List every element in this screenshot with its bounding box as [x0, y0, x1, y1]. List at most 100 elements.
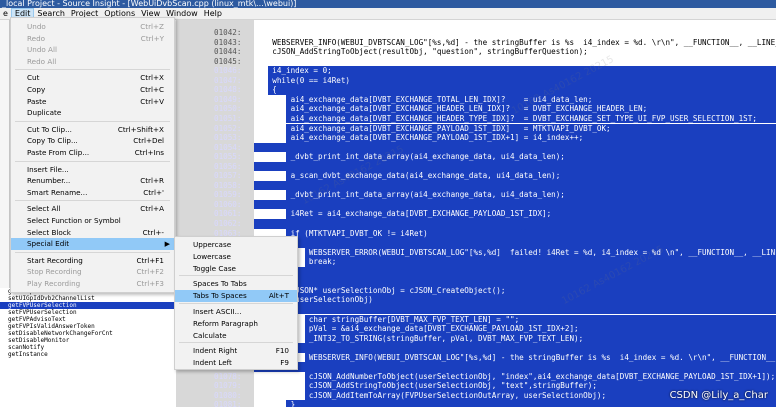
menu-item-paste-from-clip[interactable]: Paste From Clip... Ctrl+Ins [11, 147, 174, 159]
submenu-item-shortcut: F10 [275, 346, 289, 356]
menu-item-label: Start Recording [27, 255, 83, 265]
edit-menu: Undo Ctrl+Z Redo Ctrl+Y Undo All Redo All Cut C… [10, 17, 175, 293]
menu-item-shortcut: Ctrl+F2 [136, 267, 164, 277]
menu-item-label: Select All [27, 204, 61, 214]
menu-item-shortcut: Ctrl+- [142, 227, 164, 237]
submenu-item-label: Tabs To Spaces [193, 291, 247, 301]
submenu-item-label: Reform Paragraph [193, 318, 258, 328]
submenu-item-reform-paragraph[interactable]: Reform Paragraph [175, 318, 297, 330]
menu-item-shortcut: Ctrl+R [140, 176, 164, 186]
menu-item-cut-to-clip[interactable]: Cut To Clip... Ctrl+Shift+X [11, 124, 174, 136]
submenu-item-label: Indent Left [193, 358, 232, 368]
menu-item-special-edit[interactable]: Special Edit ▶ [11, 238, 174, 251]
menu-item-label: Stop Recording [27, 267, 82, 277]
menu-item-cut[interactable]: Cut Ctrl+X [11, 72, 174, 84]
menu-item-label: Copy To Clip... [27, 136, 78, 146]
menu-item-select-block[interactable]: Select Block Ctrl+- [11, 227, 174, 239]
menu-item-shortcut: Ctrl+F3 [136, 279, 164, 288]
menu-separator [15, 120, 170, 122]
menu-item-label: Undo [27, 22, 46, 31]
symbol-list-item[interactable]: setFVPUserSelection [0, 309, 176, 316]
menu-item-label: Paste From Clip... [27, 148, 90, 157]
menu-item-shortcut: Ctrl+Y [140, 33, 164, 43]
menu-item-shortcut: Ctrl+X [140, 73, 164, 83]
submenu-item-toggle-case[interactable]: Toggle Case [175, 263, 297, 275]
menu-item-redo[interactable]: Redo Ctrl+Y [11, 33, 174, 45]
menu-item-label: Play Recording [27, 279, 81, 288]
symbol-list-item[interactable]: getFVPUserSelection [0, 302, 176, 309]
menu-item-play-recording[interactable]: Play Recording Ctrl+F3 [11, 278, 174, 290]
gutter-marker: 换 [254, 371, 261, 380]
submenu-item-label: Indent Right [193, 346, 238, 356]
menu-item-undo[interactable]: Undo Ctrl+Z [11, 21, 174, 33]
submenu-item-uppercase[interactable]: Uppercase [175, 239, 297, 251]
menu-item-smart-rename[interactable]: Smart Rename... Ctrl+' [11, 187, 174, 199]
submenu-item-label: Lowercase [193, 251, 231, 261]
menu-item-label: Redo [27, 33, 46, 43]
submenu-item-tabs-to-spaces[interactable]: Tabs To Spaces Alt+T [175, 290, 297, 303]
menu-item-select-all[interactable]: Select All Ctrl+A [11, 203, 174, 215]
special-edit-submenu: Uppercase Lowercase Toggle Case Spaces To T… [174, 236, 298, 370]
menu-item-undo-all[interactable]: Undo All [11, 44, 174, 56]
symbol-list-item[interactable]: setDisableMonitor [0, 337, 176, 344]
menu-item-shortcut: Ctrl+A [140, 204, 164, 214]
menu-item-shortcut: Ctrl+C [140, 85, 164, 94]
symbol-list[interactable]: getUIGpIdDvb2ChannelListsetUIGpIdDvb2Cha… [0, 288, 176, 407]
submenu-item-label: Calculate [193, 330, 227, 340]
submenu-item-label: Spaces To Tabs [193, 279, 247, 289]
menu-item-shortcut: Ctrl+V [140, 96, 164, 106]
submenu-item-spaces-to-tabs[interactable]: Spaces To Tabs [175, 278, 297, 290]
menu-item-label: Redo All [27, 56, 57, 66]
menu-item-shortcut: Ctrl+F1 [136, 255, 164, 265]
submenu-item-label: Uppercase [193, 240, 232, 249]
symbol-list-item[interactable]: setUIGpIdDvb2ChannelList [0, 295, 176, 302]
submenu-item-indent-right[interactable]: Indent Right F10 [175, 345, 297, 357]
menu-separator [179, 303, 293, 304]
menu-item-label: Duplicate [27, 108, 62, 118]
menu-item-duplicate[interactable]: Duplicate [11, 107, 174, 119]
symbol-list-item[interactable]: scanNotify [0, 344, 176, 351]
menu-item-renumber[interactable]: Renumber... Ctrl+R [11, 175, 174, 187]
menu-item-stop-recording[interactable]: Stop Recording Ctrl+F2 [11, 266, 174, 278]
line-number: 01081: [214, 400, 242, 407]
submenu-item-label: Toggle Case [193, 263, 236, 273]
menu-item-redo-all[interactable]: Redo All [11, 56, 174, 68]
menu-item-label: Copy [27, 85, 46, 94]
submenu-item-shortcut: F9 [280, 358, 289, 368]
menu-item-label: Select Function or Symbol [27, 216, 121, 225]
menu-separator [15, 69, 170, 71]
menu-item-paste[interactable]: Paste Ctrl+V [11, 96, 174, 108]
symbol-list-item[interactable]: getFVPAdvisoText [0, 316, 176, 323]
submenu-item-insert-ascii[interactable]: Insert ASCII... [175, 306, 297, 318]
menu-item-insert-file[interactable]: Insert File... [11, 164, 174, 176]
menu-item-shortcut: Ctrl+Z [140, 22, 164, 31]
submenu-item-indent-left[interactable]: Indent Left F9 [175, 357, 297, 369]
csdn-credit: CSDN @Lily_a_Char [669, 390, 768, 401]
menu-item-shortcut: Ctrl+' [143, 187, 164, 197]
menu-item-copy-to-clip[interactable]: Copy To Clip... Ctrl+Del [11, 135, 174, 147]
menu-item-start-recording[interactable]: Start Recording Ctrl+F1 [11, 255, 174, 267]
submenu-item-lowercase[interactable]: Lowercase [175, 251, 297, 263]
menu-separator [15, 160, 170, 162]
symbol-list-item[interactable]: setDisableNetworkChangeForCnt [0, 330, 176, 337]
chevron-right-icon: ▶ [164, 240, 170, 249]
menu-item-select-function-or-symbol[interactable]: Select Function or Symbol [11, 215, 174, 227]
menu-item-label: Smart Rename... [27, 187, 88, 197]
symbol-list-item[interactable]: getInstance [0, 351, 176, 358]
menu-separator [179, 275, 293, 277]
menu-separator [179, 342, 293, 344]
submenu-item-label: Insert ASCII... [193, 307, 242, 316]
menu-item-shortcut: Ctrl+Del [133, 136, 164, 146]
symbol-list-item[interactable]: getFVPIsValidAnswerToken [0, 323, 176, 330]
menu-help[interactable]: Help [201, 8, 225, 20]
menu-item-shortcut: Ctrl+Ins [134, 148, 164, 157]
submenu-item-shortcut: Alt+T [268, 291, 289, 301]
menu-item-label: Renumber... [27, 176, 71, 186]
menu-item-label: Cut [27, 73, 40, 83]
menu-item-label: Paste [27, 96, 47, 106]
menu-item-label: Special Edit [27, 239, 70, 249]
menu-item-copy[interactable]: Copy Ctrl+C [11, 84, 174, 96]
menu-item-label: Insert File... [27, 164, 69, 174]
menu-item-label: Cut To Clip... [27, 124, 72, 134]
submenu-item-calculate[interactable]: Calculate [175, 330, 297, 342]
